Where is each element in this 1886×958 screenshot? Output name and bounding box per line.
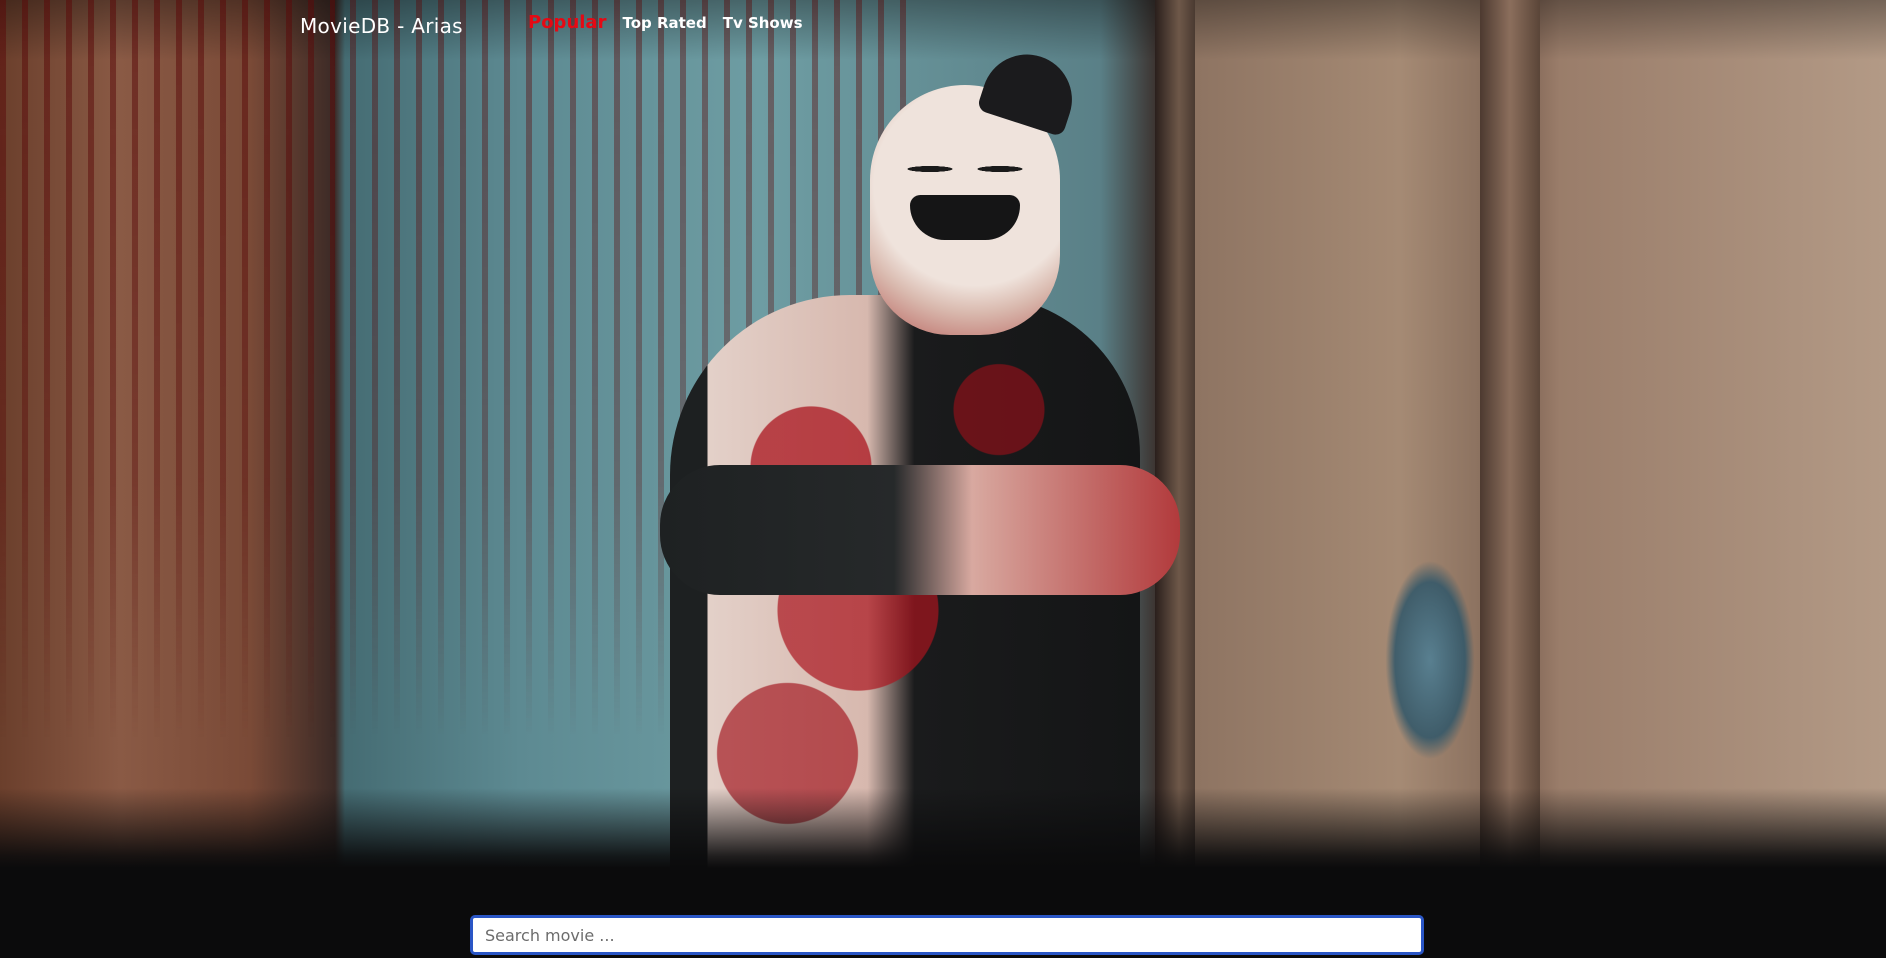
wall-pillar (1480, 0, 1540, 868)
wall-crack (1385, 560, 1475, 760)
nav-link-top-rated[interactable]: Top Rated (622, 14, 706, 32)
hero-backdrop-image (0, 0, 1886, 868)
nav-links: Popular Top Rated Tv Shows (528, 12, 803, 33)
brand-logo-link[interactable]: MovieDB - Arias (300, 14, 463, 38)
clown-arms (660, 465, 1180, 595)
app-page: MovieDB - Arias Popular Top Rated Tv Sho… (0, 0, 1886, 958)
top-navbar: MovieDB - Arias Popular Top Rated Tv Sho… (0, 0, 1886, 52)
search-bar (470, 915, 1424, 955)
hero-bottom-fade (0, 788, 1886, 868)
nav-link-tv-shows[interactable]: Tv Shows (723, 14, 803, 32)
search-input[interactable] (470, 915, 1424, 955)
clown-figure (640, 42, 1200, 868)
nav-link-popular[interactable]: Popular (528, 12, 606, 33)
blood-drip-wall-left (0, 0, 335, 868)
